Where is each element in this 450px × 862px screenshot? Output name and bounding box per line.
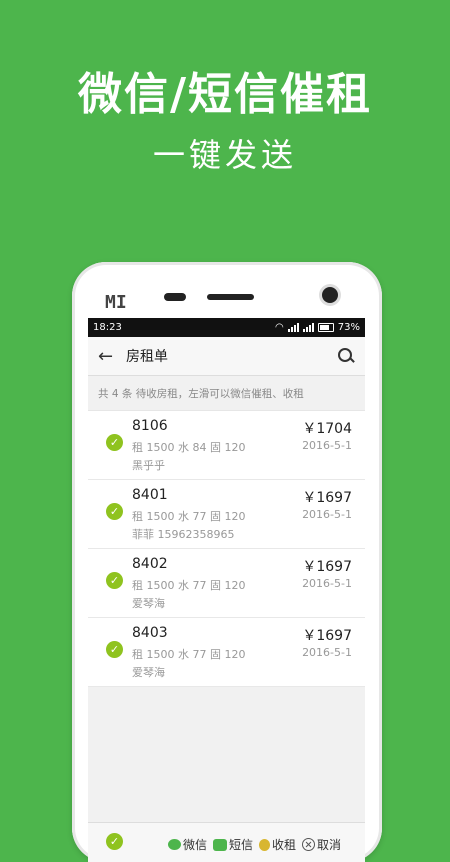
signal-icon-2 (302, 323, 314, 332)
status-icons: ◠ 73% (275, 322, 360, 333)
due-date: 2016-5-1 (302, 508, 352, 521)
checkmark-icon[interactable]: ✓ (106, 572, 123, 589)
room-number: 8402 (132, 556, 168, 572)
rent-row[interactable]: ✓ 8401 租 1500 水 77 固 120 菲菲 15962358965 … (88, 480, 365, 549)
wechat-icon (168, 839, 181, 850)
search-icon[interactable] (337, 347, 355, 365)
back-arrow-icon[interactable]: ← (98, 346, 120, 367)
tenant-info: 爱琴海 (132, 597, 165, 610)
cancel-label: 取消 (317, 838, 342, 852)
collect-label: 收租 (272, 838, 297, 852)
rent-row[interactable]: ✓ 8403 租 1500 水 77 固 120 爱琴海 ￥1697 2016-… (88, 618, 365, 687)
earpiece-speaker (207, 294, 254, 300)
checkmark-icon[interactable]: ✓ (106, 434, 123, 451)
status-bar: 18:23 ◠ 73% (88, 318, 365, 337)
front-camera (322, 287, 338, 303)
action-group: 微信 短信 收租 取消 (168, 836, 341, 853)
wifi-icon: ◠ (275, 322, 284, 333)
room-number: 8403 (132, 625, 168, 641)
promo-headline: 微信/短信催租 (77, 69, 373, 120)
checkmark-icon[interactable]: ✓ (106, 503, 123, 520)
amount: ￥1697 (302, 559, 352, 575)
room-number: 8401 (132, 487, 168, 503)
sms-button[interactable]: 短信 (213, 836, 253, 853)
proximity-sensor (164, 293, 186, 301)
room-number: 8106 (132, 418, 168, 434)
collect-rent-button[interactable]: 收租 (259, 836, 296, 853)
wechat-label: 微信 (183, 838, 208, 852)
money-bag-icon (259, 838, 271, 851)
bottom-action-bar: ✓ 微信 短信 收租 取消 (88, 822, 365, 862)
fee-detail: 租 1500 水 77 固 120 (132, 648, 246, 661)
fee-detail: 租 1500 水 84 固 120 (132, 441, 246, 454)
cancel-button[interactable]: 取消 (302, 836, 341, 853)
promo-subline: 一键发送 (152, 136, 297, 174)
select-all-checkmark-icon[interactable]: ✓ (106, 833, 123, 850)
checkmark-icon[interactable]: ✓ (106, 641, 123, 658)
rent-list: ✓ 8106 租 1500 水 84 固 120 黑乎乎 ￥1704 2016-… (88, 410, 365, 687)
tenant-info: 黑乎乎 (132, 459, 165, 472)
status-time: 18:23 (93, 322, 122, 333)
phone-frame: MI 18:23 ◠ 73% ← 房租单 共 4 条 待收房租，左滑可以微信催租… (72, 262, 382, 862)
due-date: 2016-5-1 (302, 646, 352, 659)
brand-logo: MI (105, 292, 127, 313)
fee-detail: 租 1500 水 77 固 120 (132, 579, 246, 592)
due-date: 2016-5-1 (302, 439, 352, 452)
close-icon (302, 838, 316, 851)
rent-row[interactable]: ✓ 8402 租 1500 水 77 固 120 爱琴海 ￥1697 2016-… (88, 549, 365, 618)
tenant-info: 菲菲 15962358965 (132, 528, 235, 541)
fee-detail: 租 1500 水 77 固 120 (132, 510, 246, 523)
wechat-button[interactable]: 微信 (168, 836, 207, 853)
battery-level: 73% (337, 322, 360, 333)
tenant-info: 爱琴海 (132, 666, 165, 679)
sms-icon (213, 838, 228, 851)
summary-text: 共 4 条 待收房租，左滑可以微信催租、收租 (88, 376, 365, 410)
amount: ￥1704 (302, 421, 352, 437)
nav-bar: ← 房租单 (88, 337, 365, 376)
rent-row[interactable]: ✓ 8106 租 1500 水 84 固 120 黑乎乎 ￥1704 2016-… (88, 411, 365, 480)
amount: ￥1697 (302, 628, 352, 644)
amount: ￥1697 (302, 490, 352, 506)
signal-icon (287, 323, 299, 332)
page-title: 房租单 (126, 349, 168, 365)
due-date: 2016-5-1 (302, 577, 352, 590)
phone-screen: 18:23 ◠ 73% ← 房租单 共 4 条 待收房租，左滑可以微信催租、收租… (88, 318, 365, 862)
battery-icon (317, 323, 334, 332)
sms-label: 短信 (229, 838, 254, 852)
